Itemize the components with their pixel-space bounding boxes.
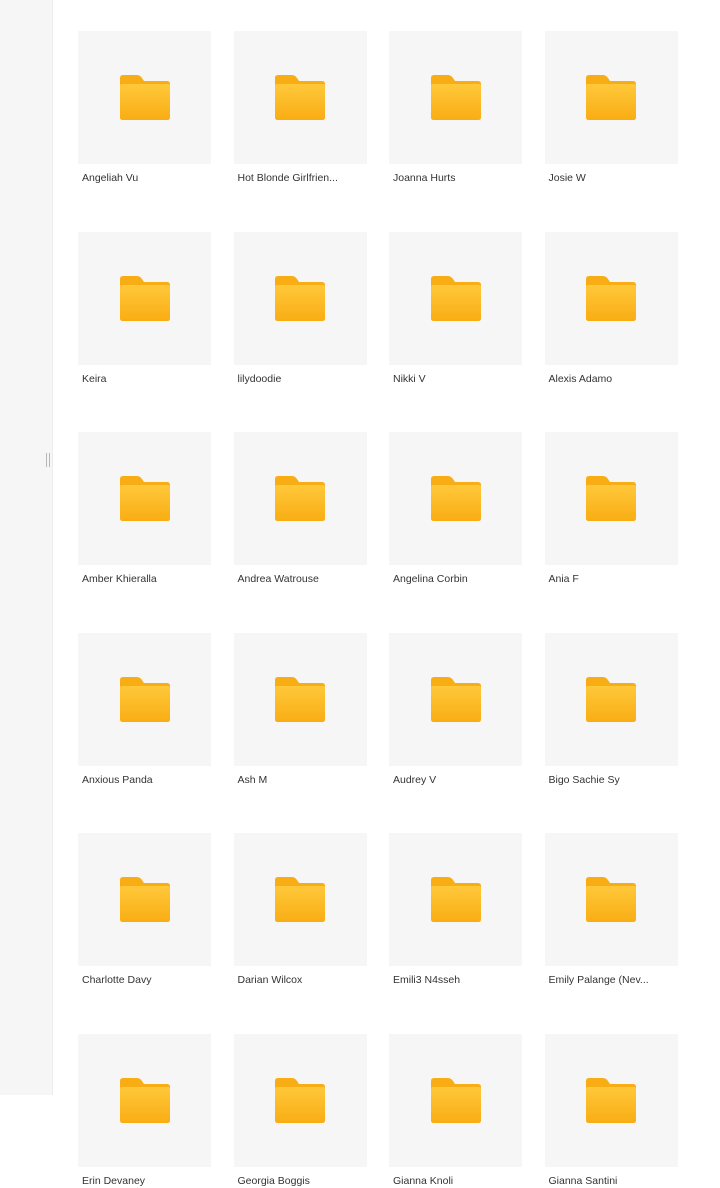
folder-thumbnail[interactable] xyxy=(389,1033,522,1167)
folder-thumbnail[interactable] xyxy=(78,632,211,766)
folder-icon xyxy=(119,476,170,521)
folder-icon xyxy=(586,877,636,922)
folder-name: Bigo Sachie Sy xyxy=(548,773,620,786)
folder-icon xyxy=(430,676,481,722)
folder-name: Gianna Knoli xyxy=(393,1174,454,1187)
folder-tile[interactable]: Anxious Panda xyxy=(78,632,211,787)
folder-tile[interactable]: Nikki V xyxy=(389,231,522,386)
folder-tile[interactable]: Amber Khieralla xyxy=(78,432,211,586)
folder-tile[interactable]: Emili3 N4sseh xyxy=(389,833,522,987)
folder-thumbnail[interactable] xyxy=(233,31,367,164)
folder-thumbnail[interactable] xyxy=(389,231,522,365)
folder-name: Georgia Boggis xyxy=(237,1174,310,1187)
folder-tile[interactable]: Alexis Adamo xyxy=(544,231,678,386)
folder-thumbnail[interactable] xyxy=(78,1033,211,1167)
folder-name: Gianna Santini xyxy=(548,1174,618,1187)
folder-name: Hot Blonde Girlfrien... xyxy=(237,172,338,184)
folder-thumbnail[interactable] xyxy=(78,432,211,565)
folder-thumbnail[interactable] xyxy=(233,1033,367,1167)
folder-name: Angeliah Vu xyxy=(82,172,139,184)
folder-icon xyxy=(430,476,481,521)
folder-icon xyxy=(275,476,325,521)
folder-grid: Angeliah Vu Hot Blonde Girlfrien... Joan… xyxy=(78,31,678,1188)
folder-name: Joanna Hurts xyxy=(393,172,456,184)
folder-tile[interactable]: Angelina Corbin xyxy=(389,432,522,586)
folder-tile[interactable]: Erin Devaney xyxy=(78,1033,211,1188)
folder-name: Ash M xyxy=(237,773,268,786)
folder-thumbnail[interactable] xyxy=(78,231,211,365)
folder-icon xyxy=(586,1077,636,1123)
folder-thumbnail[interactable] xyxy=(544,432,678,565)
folder-thumbnail[interactable] xyxy=(389,833,522,966)
folder-thumbnail[interactable] xyxy=(78,31,211,164)
folder-tile[interactable]: Joanna Hurts xyxy=(389,31,522,185)
folder-icon xyxy=(275,877,325,922)
folder-thumbnail[interactable] xyxy=(78,833,211,966)
folder-icon xyxy=(586,275,636,321)
folder-icon xyxy=(275,275,325,321)
folder-name: Andrea Watrouse xyxy=(237,573,319,585)
folder-tile[interactable]: Keira xyxy=(78,231,211,386)
folder-tile[interactable]: Darian Wilcox xyxy=(233,833,367,987)
folder-tile[interactable]: Hot Blonde Girlfrien... xyxy=(233,31,367,185)
folder-thumbnail[interactable] xyxy=(544,833,678,966)
folder-icon xyxy=(275,75,325,120)
folder-icon xyxy=(586,476,636,521)
folder-name: Keira xyxy=(82,372,107,385)
folder-name: Angelina Corbin xyxy=(393,573,468,585)
folder-icon xyxy=(430,275,481,321)
folder-icon xyxy=(119,1077,170,1123)
folder-tile[interactable]: Josie W xyxy=(544,31,678,185)
folder-thumbnail[interactable] xyxy=(389,632,522,766)
folder-tile[interactable]: Gianna Santini xyxy=(544,1033,678,1188)
folder-icon xyxy=(586,75,636,120)
folder-tile[interactable]: Ash M xyxy=(233,632,367,787)
folder-name: Ania F xyxy=(548,573,579,585)
folder-tile[interactable]: lilydoodie xyxy=(233,231,367,386)
folder-icon xyxy=(119,676,170,722)
folder-icon xyxy=(275,676,325,722)
folder-tile[interactable]: Ania F xyxy=(544,432,678,586)
folder-tile[interactable]: Bigo Sachie Sy xyxy=(544,632,678,787)
folder-icon xyxy=(275,1077,325,1123)
folder-icon xyxy=(430,877,481,922)
folder-name: Charlotte Davy xyxy=(82,974,152,986)
folder-name: lilydoodie xyxy=(237,372,282,385)
folder-thumbnail[interactable] xyxy=(233,632,367,766)
folder-icon xyxy=(430,75,481,120)
folder-name: Anxious Panda xyxy=(82,773,153,786)
folder-thumbnail[interactable] xyxy=(233,432,367,565)
folder-tile[interactable]: Audrey V xyxy=(389,632,522,787)
folder-name: Josie W xyxy=(548,172,586,184)
sidebar-resize-handle[interactable] xyxy=(46,453,51,467)
folder-tile[interactable]: Emily Palange (Nev... xyxy=(544,833,678,987)
folder-thumbnail[interactable] xyxy=(389,31,522,164)
folder-icon xyxy=(119,877,170,922)
folder-thumbnail[interactable] xyxy=(389,432,522,565)
folder-thumbnail[interactable] xyxy=(544,231,678,365)
folder-icon xyxy=(119,75,170,120)
folder-tile[interactable]: Georgia Boggis xyxy=(233,1033,367,1188)
folder-name: Darian Wilcox xyxy=(237,974,303,986)
folder-tile[interactable]: Charlotte Davy xyxy=(78,833,211,987)
folder-tile[interactable]: Gianna Knoli xyxy=(389,1033,522,1188)
folder-name: Amber Khieralla xyxy=(82,573,157,585)
folder-tile[interactable]: Angeliah Vu xyxy=(78,31,211,185)
folder-thumbnail[interactable] xyxy=(544,1033,678,1167)
sidebar xyxy=(0,0,53,1095)
folder-icon xyxy=(586,676,636,722)
folder-tile[interactable]: Andrea Watrouse xyxy=(233,432,367,586)
folder-thumbnail[interactable] xyxy=(544,31,678,164)
folder-thumbnail[interactable] xyxy=(544,632,678,766)
folder-name: Audrey V xyxy=(393,773,437,786)
folder-thumbnail[interactable] xyxy=(233,231,367,365)
folder-icon xyxy=(430,1077,481,1123)
folder-name: Emili3 N4sseh xyxy=(393,974,461,986)
folder-icon xyxy=(119,275,170,321)
folder-name: Alexis Adamo xyxy=(548,372,613,385)
folder-name: Nikki V xyxy=(393,372,426,385)
folder-name: Erin Devaney xyxy=(82,1174,146,1187)
folder-thumbnail[interactable] xyxy=(233,833,367,966)
folder-name: Emily Palange (Nev... xyxy=(548,974,649,986)
